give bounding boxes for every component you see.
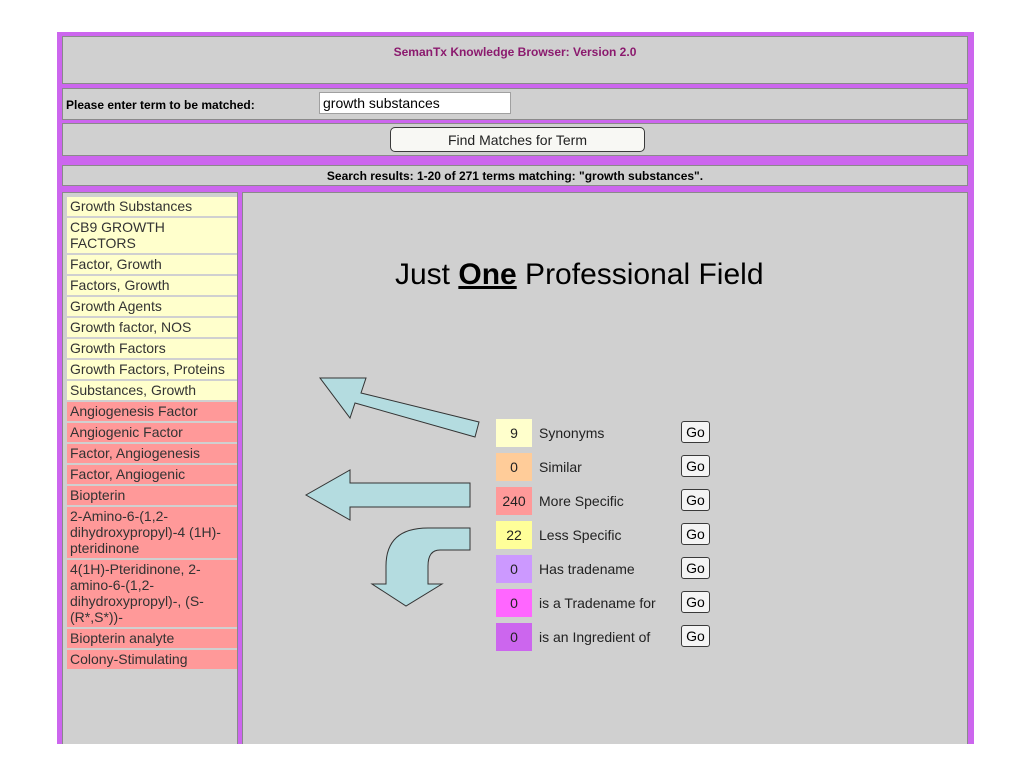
annotation-arrows [304,377,480,607]
category-label: is an Ingredient of [539,629,651,645]
go-button[interactable]: Go [681,489,710,511]
arrow-left-up [319,377,480,438]
category-count: 0 [496,453,532,481]
category-label: Less Specific [539,527,622,543]
category-count: 240 [496,487,532,515]
category-count: 0 [496,555,532,583]
category-label: is a Tradename for [539,595,656,611]
category-label: Has tradename [539,561,635,577]
go-button[interactable]: Go [681,557,710,579]
category-count: 9 [496,419,532,447]
arrow-curved-down [370,527,471,607]
category-label: Similar [539,459,582,475]
category-count: 0 [496,623,532,651]
category-count: 22 [496,521,532,549]
go-button[interactable]: Go [681,625,710,647]
arrow-left [304,469,471,521]
go-button[interactable]: Go [681,421,710,443]
go-button[interactable]: Go [681,523,710,545]
go-button[interactable]: Go [681,591,710,613]
category-label: More Specific [539,493,624,509]
category-count: 0 [496,589,532,617]
category-label: Synonyms [539,425,605,441]
go-button[interactable]: Go [681,455,710,477]
